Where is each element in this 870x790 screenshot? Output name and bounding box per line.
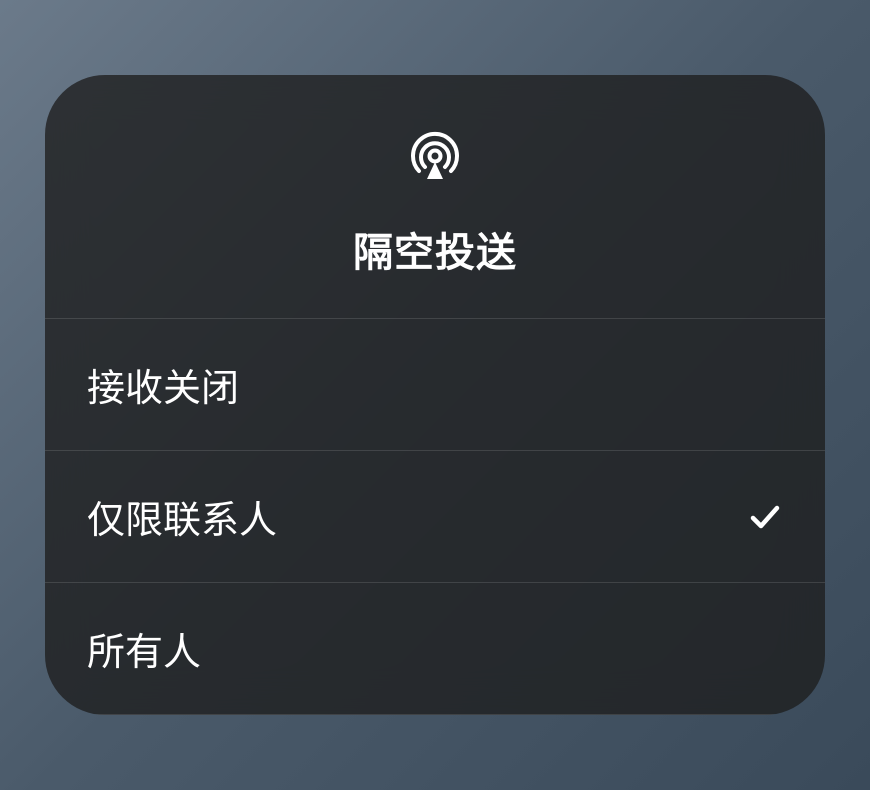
- checkmark-icon: [747, 499, 783, 535]
- panel-header: 隔空投送: [45, 75, 825, 319]
- option-contacts-only[interactable]: 仅限联系人: [45, 451, 825, 583]
- option-everyone[interactable]: 所有人: [45, 583, 825, 715]
- option-label: 仅限联系人: [87, 489, 277, 544]
- option-label: 接收关闭: [87, 357, 239, 412]
- option-label: 所有人: [87, 621, 201, 676]
- option-receiving-off[interactable]: 接收关闭: [45, 319, 825, 451]
- airdrop-icon: [403, 123, 467, 192]
- panel-title: 隔空投送: [353, 220, 517, 278]
- airdrop-panel: 隔空投送 接收关闭 仅限联系人 所有人: [45, 75, 825, 715]
